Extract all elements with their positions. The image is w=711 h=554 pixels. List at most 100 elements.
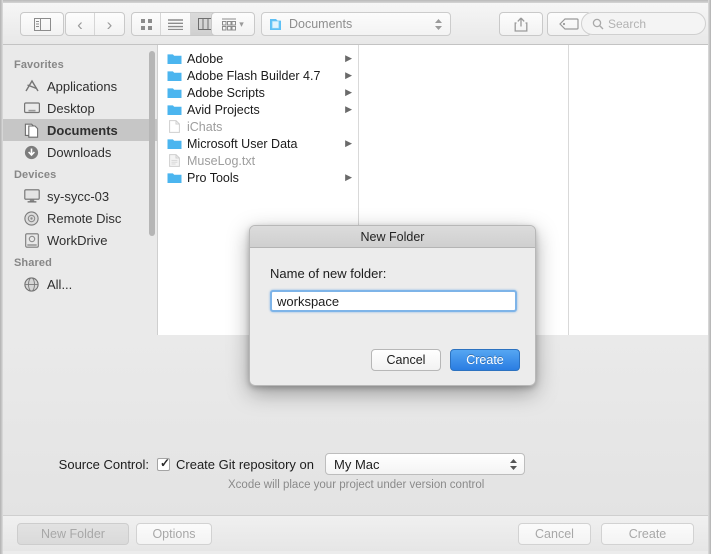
list-item-label: iChats: [187, 119, 223, 134]
share-icon: [514, 17, 528, 32]
disclosure-icon[interactable]: ▶: [345, 88, 352, 97]
sidebar-item-label: Remote Disc: [47, 210, 122, 226]
create-git-repository-label: Create Git repository on: [176, 456, 315, 472]
git-location-value: My Mac: [334, 456, 380, 472]
navigation-buttons: ‹ ›: [65, 12, 125, 36]
sidebar-item-applications[interactable]: Applications: [3, 75, 157, 97]
sidebar-item-remote-disc[interactable]: Remote Disc: [3, 207, 157, 229]
file-icon: [166, 154, 182, 168]
folder-icon: [166, 171, 182, 185]
applications-icon: [22, 78, 41, 94]
sidebar-item-label: sy-sycc-03: [47, 188, 110, 204]
file-save-dialog-window: ‹ › ▾ Documents Search Favorites Applica…: [0, 0, 711, 554]
folder-icon: [262, 17, 283, 32]
new-folder-button[interactable]: New Folder: [17, 523, 129, 545]
view-mode-list-button[interactable]: [161, 13, 191, 35]
sidebar-item-label: Applications: [47, 78, 118, 94]
disclosure-icon[interactable]: ▶: [345, 105, 352, 114]
sidebar-item-sy-sycc-03[interactable]: sy-sycc-03: [3, 185, 157, 207]
options-button[interactable]: Options: [136, 523, 212, 545]
file-icon: [166, 120, 182, 134]
computer-icon: [22, 188, 41, 204]
desktop-icon: [22, 100, 41, 116]
disc-icon: [22, 210, 41, 226]
cancel-button[interactable]: Cancel: [518, 523, 591, 545]
list-item: iChats: [159, 118, 358, 135]
path-popup-button[interactable]: Documents: [261, 12, 451, 36]
create-git-repository-checkbox[interactable]: ✓: [157, 455, 171, 471]
folder-icon: [166, 86, 182, 100]
disclosure-icon[interactable]: ▶: [345, 54, 352, 63]
disclosure-icon[interactable]: ▶: [345, 71, 352, 80]
view-mode-icon-button[interactable]: [132, 13, 162, 35]
sidebar-item-label: Downloads: [47, 144, 112, 160]
list-item-label: Pro Tools: [187, 170, 239, 185]
dialog-cancel-button[interactable]: Cancel: [371, 349, 441, 371]
search-placeholder: Search: [608, 16, 647, 31]
sidebar-item-desktop[interactable]: Desktop: [3, 97, 157, 119]
source-control-help-text: Xcode will place your project under vers…: [228, 479, 485, 491]
list-item[interactable]: Pro Tools ▶: [159, 169, 358, 186]
list-item: MuseLog.txt: [159, 152, 358, 169]
sidebar-toggle-button[interactable]: [20, 12, 64, 36]
list-item-label: Microsoft User Data: [187, 136, 298, 151]
folder-name-label: Name of new folder:: [270, 266, 387, 281]
list-item-label: Avid Projects: [187, 102, 260, 117]
sidebar-item-documents[interactable]: Documents: [3, 119, 157, 141]
globe-icon: [22, 276, 41, 292]
share-button[interactable]: [499, 12, 543, 36]
sidebar-section-shared-header: Shared: [14, 257, 52, 269]
folder-name-input[interactable]: workspace: [270, 290, 517, 312]
back-button[interactable]: ‹: [66, 13, 96, 35]
stepper-icon: [434, 17, 443, 32]
toolbar: ‹ › ▾ Documents Search: [3, 3, 708, 45]
folder-icon: [166, 103, 182, 117]
sidebar-item-label: Desktop: [47, 100, 95, 116]
source-control-row: Source Control: ✓ Create Git repository …: [3, 453, 708, 475]
list-item[interactable]: Adobe Scripts ▶: [159, 84, 358, 101]
folder-icon: [166, 69, 182, 83]
list-item[interactable]: Microsoft User Data ▶: [159, 135, 358, 152]
stepper-icon: [509, 457, 518, 472]
arrange-icon: [222, 18, 237, 31]
sidebar-toggle-icon: [33, 17, 51, 31]
bottom-bar: New Folder Options Cancel Create: [3, 515, 708, 551]
folder-icon: [166, 52, 182, 66]
dialog-title: New Folder: [250, 226, 535, 248]
harddrive-icon: [22, 232, 41, 248]
forward-button[interactable]: ›: [95, 13, 124, 35]
search-field[interactable]: Search: [581, 12, 706, 35]
list-item-label: Adobe Flash Builder 4.7: [187, 68, 321, 83]
sidebar-item-all[interactable]: All...: [3, 273, 157, 295]
sidebar-item-label: All...: [47, 276, 73, 292]
sidebar-item-workdrive[interactable]: WorkDrive: [3, 229, 157, 251]
create-button[interactable]: Create: [601, 523, 694, 545]
list-item[interactable]: Avid Projects ▶: [159, 101, 358, 118]
sidebar-item-label: WorkDrive: [47, 232, 108, 248]
disclosure-icon[interactable]: ▶: [345, 173, 352, 182]
chevron-right-icon: ›: [106, 14, 113, 34]
list-item-label: Adobe: [187, 51, 224, 66]
dialog-create-button[interactable]: Create: [450, 349, 520, 371]
sidebar: Favorites Applications Desktop Documents…: [3, 45, 158, 335]
list-item[interactable]: Adobe ▶: [159, 50, 358, 67]
sidebar-item-downloads[interactable]: Downloads: [3, 141, 157, 163]
checkmark-icon: ✓: [160, 455, 171, 470]
git-location-select[interactable]: My Mac: [325, 453, 526, 475]
list-view-icon: [168, 18, 184, 30]
arrange-button[interactable]: ▾: [211, 12, 255, 36]
tag-icon: [559, 18, 579, 30]
dialog-body: Name of new folder: workspace: [250, 248, 535, 312]
source-control-label: Source Control:: [58, 456, 149, 472]
browser-column-3[interactable]: [569, 45, 708, 335]
sidebar-scrollbar[interactable]: [149, 51, 155, 236]
list-item[interactable]: Adobe Flash Builder 4.7 ▶: [159, 67, 358, 84]
list-item-label: Adobe Scripts: [187, 85, 265, 100]
downloads-icon: [22, 144, 41, 160]
search-icon: [592, 18, 604, 30]
documents-icon: [22, 122, 41, 138]
path-popup-label: Documents: [289, 17, 353, 31]
new-folder-dialog: New Folder Name of new folder: workspace…: [249, 225, 536, 386]
disclosure-icon[interactable]: ▶: [345, 139, 352, 148]
chevron-left-icon: ‹: [77, 14, 83, 34]
